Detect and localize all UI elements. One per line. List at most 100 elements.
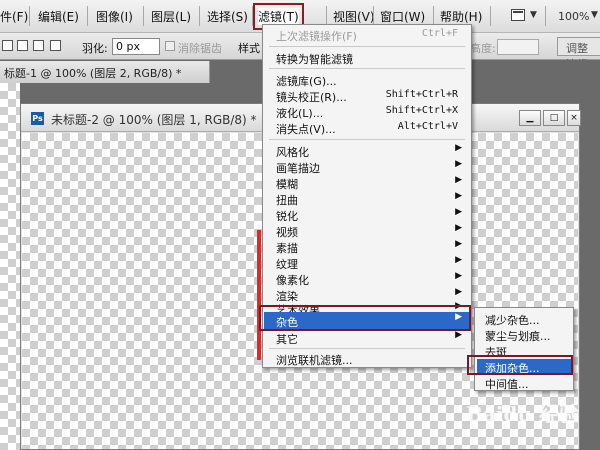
submenu-arrow-icon: ▶ [455,175,462,185]
menu-item-sharpen[interactable]: 锐化 ▶ [264,207,470,223]
submenu-arrow-icon: ▶ [455,271,462,281]
menu-image[interactable]: 图像(I) [96,8,133,25]
minimize-icon[interactable]: ▁ [519,110,541,126]
menu-item-stylize[interactable]: 风格化 ▶ [264,143,470,159]
add-noise-annotation-box [467,355,573,375]
menu-item-lens-correction[interactable]: 镜头校正(R)... Shift+Ctrl+R [264,88,470,104]
noise-submenu: 减少杂色... 蒙尘与划痕... 去斑 添加杂色... 中间值... [474,307,574,391]
menu-separator [373,6,374,26]
arrange-documents-icon[interactable] [511,9,525,21]
menu-item-filter-gallery[interactable]: 滤镜库(G)... [264,72,470,88]
menu-item-video[interactable]: 视频 ▶ [264,223,470,239]
height-label: 高度: [470,42,496,55]
menu-help[interactable]: 帮助(H) [440,8,482,25]
intersect-selection-icon[interactable] [50,40,61,51]
menu-item-label: 上次滤镜操作(F) [276,30,357,43]
noise-annotation-box [259,305,471,331]
menu-item-label: 像素化 [276,274,309,287]
menu-separator [143,6,144,26]
shortcut-label: Ctrl+F [421,28,458,39]
menu-item-browse-online[interactable]: 浏览联机滤镜... [264,351,470,367]
menu-separator [545,6,546,26]
chevron-down-icon[interactable]: ▼ [530,10,537,20]
back-document-canvas[interactable] [0,83,20,450]
menu-item-brush-strokes[interactable]: 画笔描边 ▶ [264,159,470,175]
baidu-watermark: Baidu 经验 [466,402,579,426]
menu-separator [326,6,327,26]
shortcut-label: Shift+Ctrl+X [385,105,458,116]
menu-window[interactable]: 窗口(W) [380,8,425,25]
menu-item-other[interactable]: 其它 ▶ [264,330,470,346]
shortcut-label: Alt+Ctrl+V [397,121,458,132]
menu-item-label: 画笔描边 [276,162,320,175]
menu-separator [87,6,88,26]
menu-filter[interactable]: 滤镜(T) [253,3,304,30]
height-input[interactable] [497,39,539,55]
new-selection-icon[interactable] [2,40,13,51]
menu-item-label: 素描 [276,242,298,255]
submenu-item-reduce-noise[interactable]: 减少杂色... [477,311,571,327]
menu-item-label: 扭曲 [276,194,298,207]
submenu-arrow-icon: ▶ [455,143,462,153]
submenu-arrow-icon: ▶ [455,159,462,169]
menu-item-vanishing-point[interactable]: 消失点(V)... Alt+Ctrl+V [264,120,470,136]
submenu-arrow-icon: ▶ [455,255,462,265]
menu-item-distort[interactable]: 扭曲 ▶ [264,191,470,207]
zoom-level[interactable]: 100% [558,10,589,23]
submenu-arrow-icon: ▶ [455,191,462,201]
menu-select[interactable]: 选择(S) [207,8,248,25]
antialias-label: 消除锯齿 [178,42,222,55]
menu-item-label: 转换为智能滤镜 [276,53,353,66]
subtract-selection-icon[interactable] [33,40,44,51]
menu-item-texture[interactable]: 纹理 ▶ [264,255,470,271]
submenu-item-dust-scratches[interactable]: 蒙尘与划痕... [477,327,571,343]
submenu-arrow-icon: ▶ [455,287,462,297]
back-document-tab[interactable]: 标题-1 @ 100% (图层 2, RGB/8) * [0,61,210,83]
submenu-item-median[interactable]: 中间值... [477,375,571,391]
menu-separator [199,6,200,26]
menu-item-label: 镜头校正(R)... [276,91,347,104]
style-label: 样式 [238,42,260,55]
maximize-icon[interactable]: □ [543,110,565,126]
menu-item-pixelate[interactable]: 像素化 ▶ [264,271,470,287]
menu-item-sketch[interactable]: 素描 ▶ [264,239,470,255]
menu-item-blur[interactable]: 模糊 ▶ [264,175,470,191]
menu-item-label: 浏览联机滤镜... [276,354,353,367]
menu-item-last-filter: 上次滤镜操作(F) Ctrl+F [264,27,470,43]
submenu-arrow-icon: ▶ [455,239,462,249]
menu-divider [269,139,465,140]
menu-item-label: 视频 [276,226,298,239]
shortcut-label: Shift+Ctrl+R [385,89,458,100]
menu-divider [269,68,465,69]
menu-item-label: 纹理 [276,258,298,271]
menu-edit[interactable]: 编辑(E) [38,8,79,25]
menu-separator [252,6,253,26]
feather-label: 羽化: [82,42,108,55]
menu-divider [269,46,465,47]
submenu-arrow-icon: ▶ [455,207,462,217]
refine-edge-button[interactable]: 调整边缘 [557,37,600,71]
menu-item-convert-smart-filter[interactable]: 转换为智能滤镜 [264,50,470,66]
menu-item-label: 滤镜库(G)... [276,75,337,88]
menu-view[interactable]: 视图(V) [333,8,375,25]
menu-item-label: 锐化 [276,210,298,223]
menu-file[interactable]: 件(F) [0,8,28,25]
menu-divider [269,348,465,349]
add-selection-icon[interactable] [17,40,28,51]
antialias-checkbox[interactable] [165,41,175,51]
document-title: 未标题-2 @ 100% (图层 1, RGB/8) * [51,113,257,127]
submenu-arrow-icon: ▶ [455,223,462,233]
photoshop-icon: Ps [31,112,44,125]
menu-item-liquify[interactable]: 液化(L)... Shift+Ctrl+X [264,104,470,120]
menu-item-label: 模糊 [276,178,298,191]
close-icon[interactable]: × [567,110,581,126]
menu-item-label: 其它 [276,333,298,346]
chevron-down-icon[interactable]: ▼ [591,10,598,20]
menu-item-label: 风格化 [276,146,309,159]
feather-input[interactable]: 0 px [112,38,160,55]
menu-item-label: 消失点(V)... [276,123,336,136]
menu-separator [433,6,434,26]
submenu-arrow-icon: ▶ [455,330,462,340]
menu-separator [490,6,491,26]
menu-layer[interactable]: 图层(L) [151,8,191,25]
